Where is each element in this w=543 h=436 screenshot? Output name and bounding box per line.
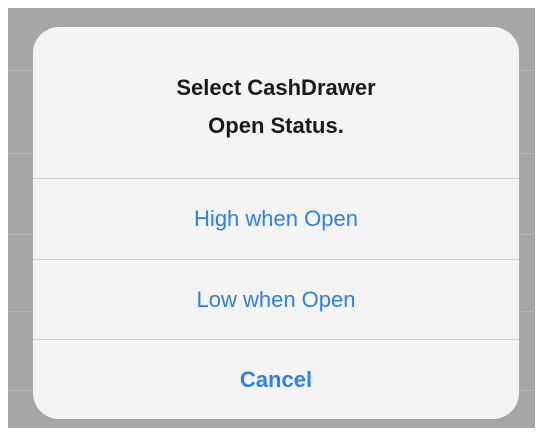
alert-dialog: Select CashDrawer Open Status. High when… (33, 27, 519, 419)
low-when-open-button[interactable]: Low when Open (33, 260, 519, 340)
high-when-open-button[interactable]: High when Open (33, 179, 519, 259)
alert-title: Select CashDrawer Open Status. (176, 75, 376, 138)
cancel-button[interactable]: Cancel (33, 340, 519, 419)
alert-header: Select CashDrawer Open Status. (33, 27, 519, 178)
